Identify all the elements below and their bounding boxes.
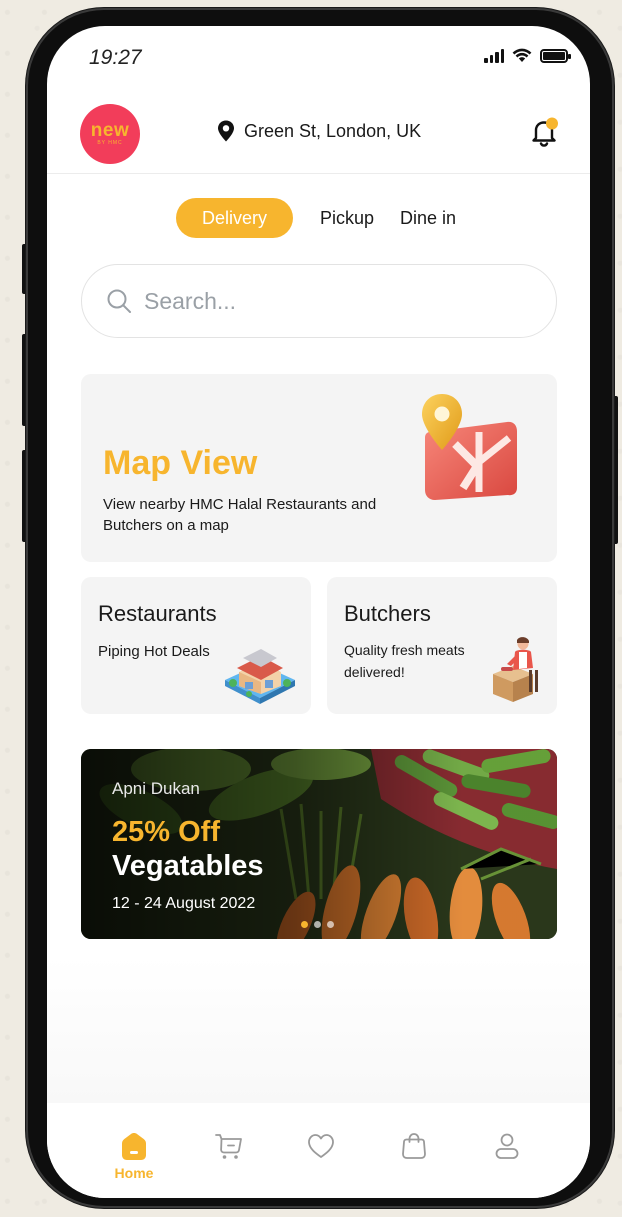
banner-dates: 12 - 24 August 2022 bbox=[112, 895, 256, 912]
tab-pickup[interactable]: Pickup bbox=[307, 198, 387, 238]
restaurants-title: Restaurants bbox=[98, 601, 217, 626]
map-view-card[interactable]: Map View View nearby HMC Halal Restauran… bbox=[81, 374, 557, 562]
butchers-title: Butchers bbox=[344, 601, 431, 626]
battery-icon bbox=[540, 48, 571, 63]
bottom-nav: Home bbox=[47, 1103, 590, 1198]
banner-discount: 25% Off bbox=[112, 816, 220, 848]
logo-subtitle: BY HMC bbox=[97, 140, 123, 146]
nav-home-label: Home bbox=[114, 1165, 154, 1181]
nav-profile[interactable] bbox=[477, 1131, 537, 1161]
restaurant-building-icon bbox=[225, 649, 295, 704]
tab-dine-in[interactable]: Dine in bbox=[387, 198, 469, 238]
carousel-dot-2[interactable] bbox=[314, 921, 321, 928]
restaurants-description: Piping Hot Deals bbox=[98, 643, 210, 660]
order-type-tabs: Delivery Pickup Dine in bbox=[176, 198, 469, 238]
app-header: new BY HMC Green St, London, UK bbox=[47, 100, 590, 174]
status-icons bbox=[484, 48, 571, 63]
tab-delivery[interactable]: Delivery bbox=[176, 198, 293, 238]
map-view-description: View nearby HMC Halal Restaurants and Bu… bbox=[103, 496, 377, 534]
status-time: 19:27 bbox=[89, 46, 142, 69]
banner-store-name: Apni Dukan bbox=[112, 779, 200, 798]
butcher-icon bbox=[493, 637, 538, 702]
butchers-description: Quality fresh meats delivered! bbox=[344, 642, 465, 680]
carousel-dot-3[interactable] bbox=[327, 921, 334, 928]
search-input[interactable] bbox=[144, 287, 504, 315]
bag-icon bbox=[402, 1133, 426, 1159]
butchers-card[interactable]: Butchers Quality fresh meats delivered! bbox=[327, 577, 557, 714]
nav-orders[interactable] bbox=[384, 1131, 444, 1161]
signal-icon bbox=[484, 48, 504, 63]
heart-icon bbox=[308, 1134, 334, 1158]
cart-icon bbox=[215, 1134, 242, 1159]
nav-cart[interactable] bbox=[199, 1131, 259, 1161]
restaurants-card[interactable]: Restaurants Piping Hot Deals bbox=[81, 577, 311, 714]
location-pin-icon bbox=[218, 120, 234, 142]
logo-wordmark: new bbox=[90, 120, 130, 141]
nav-favorites[interactable] bbox=[291, 1131, 351, 1161]
wifi-icon bbox=[512, 48, 532, 62]
location-selector[interactable]: Green St, London, UK bbox=[217, 120, 421, 142]
home-icon bbox=[122, 1133, 146, 1160]
banner-product: Vegatables bbox=[112, 850, 264, 882]
search-icon bbox=[107, 289, 131, 313]
profile-icon bbox=[495, 1133, 519, 1159]
content-fade bbox=[47, 956, 590, 1106]
map-pin-icon bbox=[422, 394, 517, 500]
map-view-title: Map View bbox=[103, 444, 258, 482]
carousel-dot-1[interactable] bbox=[301, 921, 308, 928]
nav-home[interactable]: Home bbox=[104, 1131, 164, 1181]
search-bar[interactable] bbox=[81, 264, 557, 338]
notification-button[interactable] bbox=[528, 116, 560, 148]
location-label: Green St, London, UK bbox=[244, 120, 422, 141]
app-screen: 19:27 new BY HMC Green St, London, UK De… bbox=[47, 26, 590, 1198]
promo-banner[interactable]: Apni Dukan 25% Off Vegatables 12 - 24 Au… bbox=[81, 749, 557, 939]
brand-logo[interactable]: new BY HMC bbox=[80, 104, 140, 164]
bell-icon bbox=[532, 117, 558, 147]
carousel-dots bbox=[301, 921, 334, 928]
